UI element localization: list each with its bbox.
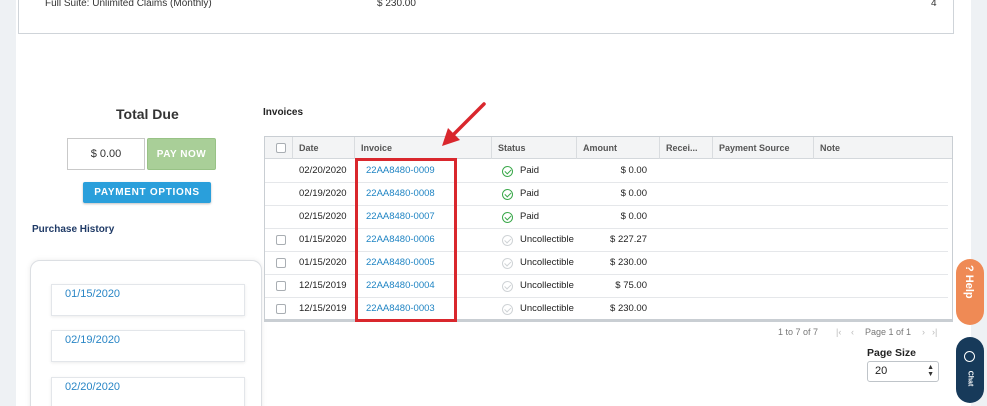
amount-cell: $ 227.27: [610, 234, 647, 245]
amount-cell: $ 75.00: [615, 280, 647, 291]
annotation-arrow-icon: [442, 102, 486, 146]
help-label: ? Help: [963, 265, 975, 299]
chat-button[interactable]: Chat: [956, 337, 984, 403]
row-checkbox[interactable]: [276, 235, 286, 245]
page-size-select[interactable]: 20 ▲ ▼: [867, 361, 939, 382]
date-cell: 12/15/2019: [299, 303, 347, 314]
purchase-history-item[interactable]: 01/15/2020: [51, 284, 245, 316]
paid-check-icon: [502, 189, 513, 200]
purchase-history-item[interactable]: 02/19/2020: [51, 330, 245, 362]
paid-check-icon: [502, 212, 513, 223]
chat-bubble-icon: [964, 351, 975, 362]
status-cell: Uncollectible: [520, 257, 574, 268]
date-cell: 02/19/2020: [299, 188, 347, 199]
status-cell: Uncollectible: [520, 280, 574, 291]
column-note[interactable]: Note: [814, 137, 952, 159]
page-size-value: 20: [875, 365, 888, 377]
paid-check-icon: [502, 166, 513, 177]
purchase-history-item[interactable]: 02/20/2020: [51, 377, 245, 406]
date-cell: 02/15/2020: [299, 211, 347, 222]
column-receipt[interactable]: Recei...: [660, 137, 713, 159]
status-cell: Uncollectible: [520, 234, 574, 245]
invoice-highlight-box: [355, 158, 457, 322]
status-cell: Paid: [520, 165, 540, 176]
purchase-history-date[interactable]: 01/15/2020: [65, 288, 120, 300]
subscription-qty: 4: [931, 0, 937, 9]
pager-page: Page 1 of 1: [865, 327, 912, 337]
purchase-history-title: Purchase History: [32, 224, 115, 235]
uncollectible-check-icon: [502, 304, 513, 315]
uncollectible-check-icon: [502, 235, 513, 246]
select-all-checkbox[interactable]: [276, 143, 286, 153]
column-payment-source[interactable]: Payment Source: [713, 137, 814, 159]
invoices-title: Invoices: [263, 107, 304, 118]
grid-header: Date Invoice Status Amount Recei... Paym…: [265, 137, 952, 159]
date-cell: 12/15/2019: [299, 280, 347, 291]
amount-cell: $ 230.00: [610, 303, 647, 314]
row-checkbox[interactable]: [276, 258, 286, 268]
purchase-history-date[interactable]: 02/20/2020: [65, 381, 120, 393]
amount-cell: $ 0.00: [620, 211, 647, 222]
total-due-label: Total Due: [116, 106, 179, 122]
select-all-cell: [265, 137, 293, 159]
page-size-label: Page Size: [867, 347, 917, 359]
help-button[interactable]: ? Help: [956, 259, 984, 325]
total-due-amount: $ 0.00: [67, 138, 145, 170]
pager-range: 1 to 7 of 7: [778, 327, 819, 337]
row-checkbox[interactable]: [276, 304, 286, 314]
amount-cell: $ 230.00: [610, 257, 647, 268]
row-checkbox[interactable]: [276, 281, 286, 291]
select-arrows-icon: ▲ ▼: [927, 364, 934, 378]
column-date[interactable]: Date: [293, 137, 355, 159]
amount-cell: $ 0.00: [620, 165, 647, 176]
subscription-product: Full Suite: Unlimited Claims (Monthly): [45, 0, 212, 9]
date-cell: 01/15/2020: [299, 257, 347, 268]
column-amount[interactable]: Amount: [577, 137, 660, 159]
pay-now-button[interactable]: PAY NOW: [147, 138, 216, 170]
next-page-icon[interactable]: ›: [922, 327, 925, 337]
column-status[interactable]: Status: [492, 137, 577, 159]
purchase-history-date[interactable]: 02/19/2020: [65, 334, 120, 346]
last-page-icon[interactable]: ›|: [932, 327, 937, 337]
date-cell: 01/15/2020: [299, 234, 347, 245]
uncollectible-check-icon: [502, 281, 513, 292]
purchase-history-panel: 01/15/2020 02/19/2020 02/20/2020: [30, 260, 262, 406]
status-cell: Paid: [520, 211, 540, 222]
date-cell: 02/20/2020: [299, 165, 347, 176]
chat-label: Chat: [966, 370, 974, 387]
first-page-icon[interactable]: |‹: [836, 327, 841, 337]
subscription-card: Full Suite: Unlimited Claims (Monthly) $…: [18, 0, 954, 34]
prev-page-icon[interactable]: ‹: [851, 327, 854, 337]
uncollectible-check-icon: [502, 258, 513, 269]
status-cell: Paid: [520, 188, 540, 199]
subscription-price: $ 230.00: [377, 0, 416, 9]
amount-cell: $ 0.00: [620, 188, 647, 199]
status-cell: Uncollectible: [520, 303, 574, 314]
payment-options-button[interactable]: PAYMENT OPTIONS: [83, 182, 211, 203]
